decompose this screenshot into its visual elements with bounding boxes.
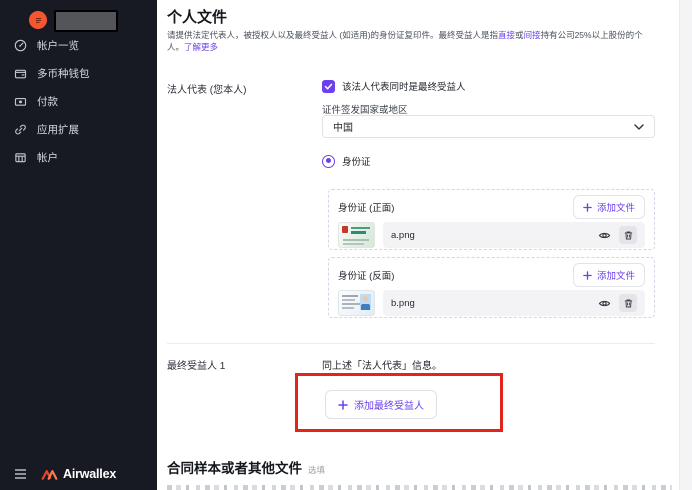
- beneficiary-row-label: 最终受益人 1: [167, 357, 225, 372]
- sidebar-item-label: 多币种钱包: [37, 66, 90, 81]
- upload-box-id-back: 身份证 (反面) 添加文件 b.png: [328, 257, 655, 318]
- learn-more-link[interactable]: 了解更多: [184, 42, 218, 52]
- file-bar: b.png: [383, 290, 645, 316]
- airwallex-logo-icon: [41, 468, 58, 481]
- sidebar-item-multicurrency-wallet[interactable]: 多币种钱包: [0, 59, 157, 87]
- add-file-label: 添加文件: [597, 268, 635, 282]
- upload-title: 身份证 (反面): [338, 268, 394, 282]
- id-card-front-thumbnail[interactable]: [338, 222, 375, 248]
- eye-icon: [598, 229, 611, 242]
- file-name: b.png: [391, 298, 415, 309]
- description-text: 请提供法定代表人，被授权人以及最终受益人 (如适用)的身份证复印件。最终受益人是…: [167, 30, 498, 40]
- plus-icon: [583, 203, 592, 212]
- page-description: 请提供法定代表人，被授权人以及最终受益人 (如适用)的身份证复印件。最终受益人是…: [167, 29, 659, 54]
- link-icon: [14, 123, 27, 136]
- id-type-radio-row[interactable]: 身份证: [322, 154, 371, 168]
- add-file-button[interactable]: 添加文件: [573, 195, 645, 219]
- app-window: 帐户一览 多币种钱包 付款 应用扩展: [0, 0, 692, 490]
- page-title: 个人文件: [167, 6, 227, 27]
- other-documents-section: 合同样本或者其他文件 选填: [167, 457, 325, 477]
- upload-title: 身份证 (正面): [338, 200, 394, 214]
- sidebar-item-label: 帐户: [37, 150, 58, 165]
- description-text: 或: [515, 30, 524, 40]
- country-select-value: 中国: [333, 119, 353, 134]
- file-bar: a.png: [383, 222, 645, 248]
- file-name: a.png: [391, 230, 415, 241]
- optional-tag: 选填: [308, 464, 325, 476]
- sidebar-item-payments[interactable]: 付款: [0, 87, 157, 115]
- dashboard-icon: [14, 39, 27, 52]
- trash-icon: [623, 298, 634, 309]
- sidebar-item-label: 应用扩展: [37, 122, 79, 137]
- org-avatar-icon: [34, 16, 43, 25]
- plus-icon: [338, 400, 348, 410]
- uploaded-file-row: b.png: [338, 290, 645, 316]
- wallet-icon: [14, 67, 27, 80]
- clipped-text-line: [167, 485, 672, 490]
- delete-file-button[interactable]: [619, 226, 637, 244]
- radio-selected-icon[interactable]: [322, 155, 335, 168]
- collapse-menu-icon[interactable]: [13, 467, 28, 481]
- preview-file-button[interactable]: [596, 295, 613, 312]
- sidebar-footer: Airwallex: [13, 467, 116, 481]
- checkbox-label: 该法人代表同时是最终受益人: [342, 79, 466, 93]
- payments-icon: [14, 95, 27, 108]
- delete-file-button[interactable]: [619, 294, 637, 312]
- org-avatar[interactable]: [29, 11, 47, 29]
- chevron-down-icon: [634, 124, 644, 130]
- uploaded-file-row: a.png: [338, 222, 645, 248]
- add-beneficiary-button[interactable]: 添加最终受益人: [325, 390, 437, 419]
- other-documents-title: 合同样本或者其他文件: [167, 457, 302, 477]
- sidebar-item-account-overview[interactable]: 帐户一览: [0, 31, 157, 59]
- eye-icon: [598, 297, 611, 310]
- sidebar-item-app-extensions[interactable]: 应用扩展: [0, 115, 157, 143]
- upload-box-id-front: 身份证 (正面) 添加文件 a.png: [328, 189, 655, 250]
- sidebar-nav: 帐户一览 多币种钱包 付款 应用扩展: [0, 31, 157, 171]
- country-select[interactable]: 中国: [322, 115, 655, 138]
- sidebar: 帐户一览 多币种钱包 付款 应用扩展: [0, 0, 157, 490]
- preview-file-button[interactable]: [596, 227, 613, 244]
- direct-link[interactable]: 直接: [498, 30, 515, 40]
- beneficiary-checkbox-row[interactable]: 该法人代表同时是最终受益人: [322, 79, 466, 93]
- scrollbar-track[interactable]: [679, 0, 692, 490]
- add-file-label: 添加文件: [597, 200, 635, 214]
- beneficiary-note: 同上述「法人代表」信息。: [322, 357, 442, 372]
- trash-icon: [623, 230, 634, 241]
- bank-icon: [14, 151, 27, 164]
- legal-rep-row-label: 法人代表 (您本人): [167, 81, 246, 96]
- add-file-button[interactable]: 添加文件: [573, 263, 645, 287]
- annotation-highlight: 添加最终受益人: [295, 373, 503, 432]
- country-field-label: 证件签发国家或地区: [322, 102, 408, 116]
- section-divider: [167, 343, 655, 344]
- sidebar-item-label: 帐户一览: [37, 38, 79, 53]
- sidebar-item-label: 付款: [37, 94, 58, 109]
- main-content: 个人文件 请提供法定代表人，被授权人以及最终受益人 (如适用)的身份证复印件。最…: [157, 0, 692, 490]
- checkbox-checked-icon[interactable]: [322, 80, 335, 93]
- sidebar-item-account[interactable]: 帐户: [0, 143, 157, 171]
- indirect-link[interactable]: 间接: [524, 30, 541, 40]
- org-name-redacted[interactable]: [54, 10, 118, 32]
- plus-icon: [583, 271, 592, 280]
- add-beneficiary-label: 添加最终受益人: [354, 397, 424, 412]
- id-card-back-thumbnail[interactable]: [338, 290, 375, 316]
- airwallex-logo: Airwallex: [41, 467, 116, 481]
- radio-label: 身份证: [342, 154, 371, 168]
- airwallex-logo-text: Airwallex: [63, 467, 116, 481]
